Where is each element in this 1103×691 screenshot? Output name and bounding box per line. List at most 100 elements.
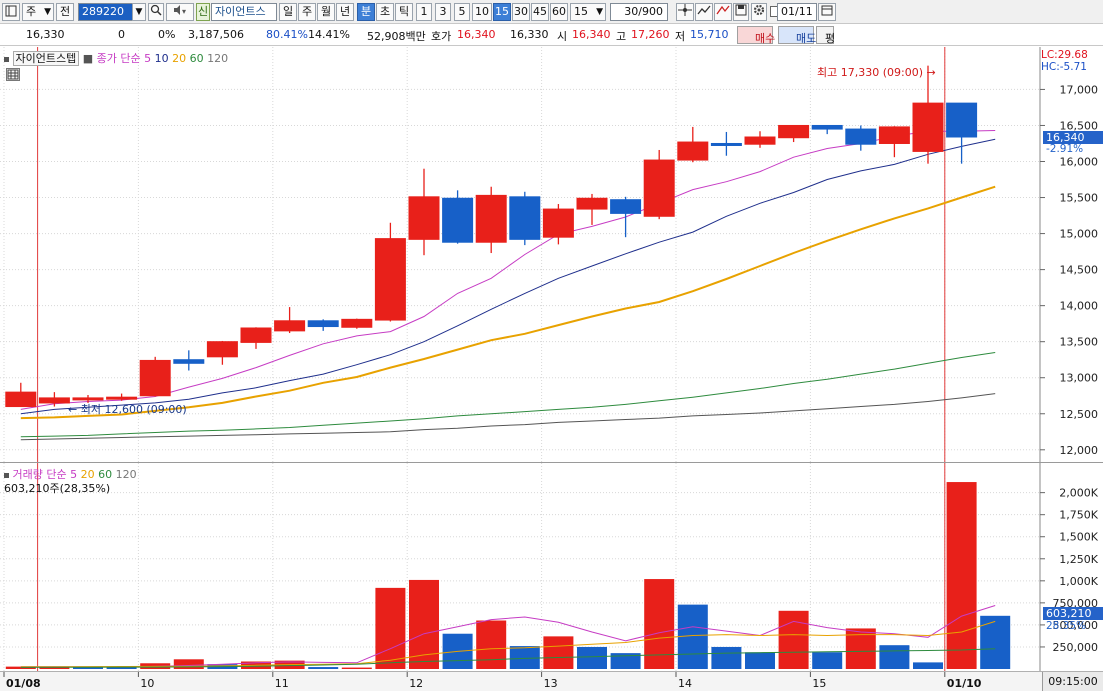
candle-body	[307, 320, 339, 328]
date-tick-label: 15	[812, 677, 826, 690]
price-chart[interactable]: 17,00016,50016,00015,50015,00014,50014,0…	[0, 47, 1103, 462]
interval-3-button[interactable]: 3	[435, 3, 451, 21]
current-time-value: 09:15:00	[1048, 675, 1098, 688]
interval-select[interactable]: 15 ▼	[570, 3, 606, 21]
candle-body	[38, 397, 70, 404]
save-button[interactable]	[733, 3, 749, 21]
market-select-label: 주	[26, 5, 37, 18]
interval-30-button[interactable]: 30	[512, 3, 530, 21]
chevron-down-icon: ▼	[596, 7, 603, 17]
open-price: 16,340	[572, 28, 611, 41]
price-pane-title[interactable]: 자이언트스텝	[12, 51, 80, 66]
period-month-button[interactable]: 월	[317, 3, 335, 21]
code-dropdown-button[interactable]: ▼	[132, 3, 146, 21]
interval-15-button[interactable]: 15	[493, 3, 511, 21]
interval-5-button[interactable]: 5	[454, 3, 470, 21]
candle-body	[509, 196, 541, 240]
gear-icon	[753, 4, 765, 16]
price-tick-label: 12,000	[1060, 444, 1099, 457]
volume-bar	[711, 646, 742, 669]
candle-body	[845, 128, 877, 145]
sound-button[interactable]: ▾	[166, 3, 194, 21]
period-tick-button[interactable]: 틱	[395, 3, 413, 21]
date-input[interactable]: 01/11	[777, 3, 817, 21]
count-field[interactable]: 30/900	[610, 3, 668, 21]
trendline-icon	[697, 5, 711, 15]
search-button[interactable]	[148, 3, 164, 21]
eraser-icon	[716, 5, 730, 15]
high-label: 고	[616, 30, 627, 43]
date-axis[interactable]: 01/08 10 11 12 13 14 15 01/10 09:15:00	[0, 671, 1103, 691]
period-second-label: 초	[379, 5, 391, 18]
price-chart-pane[interactable]: 17,000 16,500 16,000 15,500 15,000 14,500 14,0…	[0, 47, 1103, 462]
interval-45-button[interactable]: 45	[531, 3, 549, 21]
calendar-button[interactable]	[818, 3, 836, 21]
grid-table-icon	[7, 69, 19, 80]
period-minute-button[interactable]: 분	[357, 3, 375, 21]
candle-body	[946, 102, 978, 138]
candle-body	[72, 397, 104, 401]
interval-3-label: 3	[439, 5, 447, 18]
stock-name-field[interactable]: 자이언트스	[211, 3, 277, 21]
candle-body	[811, 124, 843, 130]
interval-5-label: 5	[458, 5, 466, 18]
interval-10-button[interactable]: 10	[472, 3, 492, 21]
trendline-tool-button[interactable]	[695, 3, 713, 21]
volume-bar	[913, 662, 943, 669]
volume-ratio: 14.41%	[308, 28, 350, 41]
price-legend-main: 종가 단순	[96, 52, 141, 65]
candle-body	[710, 142, 742, 146]
min-price-label: 최저 12,600 (09:00)	[80, 403, 187, 416]
price-tick-label: 16,000	[1060, 156, 1099, 169]
current-time: 09:15:00	[1042, 672, 1103, 691]
price-tick-label: 15,000	[1060, 228, 1099, 241]
market-select[interactable]: 주 ▼	[22, 3, 54, 21]
candle-body	[778, 124, 810, 139]
interval-1-button[interactable]: 1	[416, 3, 432, 21]
interval-30-label: 30	[514, 5, 528, 18]
date-value: 01/11	[781, 5, 813, 18]
lc-label: LC:29.68	[1041, 49, 1088, 61]
volume-chart[interactable]: 2,000K1,750K1,500K1,250K1,000K750,000500…	[0, 463, 1103, 671]
period-day-button[interactable]: 일	[279, 3, 297, 21]
chevron-down-icon: ▼	[44, 7, 51, 17]
volume-bar	[745, 652, 775, 669]
candle-body	[475, 194, 507, 243]
interval-60-button[interactable]: 60	[550, 3, 568, 21]
settings-button[interactable]	[751, 3, 767, 21]
price-change-pct: 0%	[158, 28, 176, 41]
date-tick-label: 01/08	[6, 677, 41, 690]
eval-button[interactable]: 평	[816, 26, 835, 45]
candle-body	[576, 197, 608, 210]
max-price-label: 최고 17,330 (09:00)	[817, 66, 924, 79]
price-tick-label: 15,500	[1060, 192, 1099, 205]
volume-chart-pane[interactable]: 2,000K 1,750K 1,500K 1,250K 1,000K 750,000 500…	[0, 463, 1103, 671]
crosshair-tool-button[interactable]	[676, 3, 694, 21]
account-mode-button[interactable]: 전	[56, 3, 74, 21]
volume-bar	[778, 610, 809, 669]
account-mode-label: 전	[59, 5, 71, 18]
table-toggle-icon[interactable]	[6, 68, 20, 81]
date-tick-label: 12	[409, 677, 423, 690]
sell-button[interactable]: 매도	[778, 26, 816, 45]
delete-drawings-button[interactable]	[714, 3, 732, 21]
volume-bar	[308, 667, 339, 669]
buy-button[interactable]: 매수	[737, 26, 775, 45]
period-day-label: 일	[282, 5, 294, 18]
ma5-legend: 5	[144, 52, 152, 65]
volume-bar	[509, 646, 540, 669]
lc-hc-labels: LC:29.68 HC:-5.71	[1041, 49, 1088, 73]
turnover-pct: 80.41%	[266, 28, 308, 41]
stock-code-value: 289220	[82, 5, 124, 18]
volume-value: 3,187,506	[188, 28, 244, 41]
price-tick-label: 17,000	[1060, 83, 1099, 96]
stock-code-input[interactable]: 289220	[78, 3, 134, 21]
layout-icon[interactable]	[2, 3, 20, 21]
period-second-button[interactable]: 초	[376, 3, 394, 21]
period-year-button[interactable]: 년	[336, 3, 354, 21]
max-price-annotation: 최고 17,330 (09:00) →	[817, 64, 936, 80]
quote-bar: 16,330 0 0% 3,187,506 80.41% 14.41% 52,9…	[0, 24, 1103, 46]
candle-body	[677, 141, 709, 161]
candle-body	[442, 197, 474, 243]
period-week-button[interactable]: 주	[298, 3, 316, 21]
